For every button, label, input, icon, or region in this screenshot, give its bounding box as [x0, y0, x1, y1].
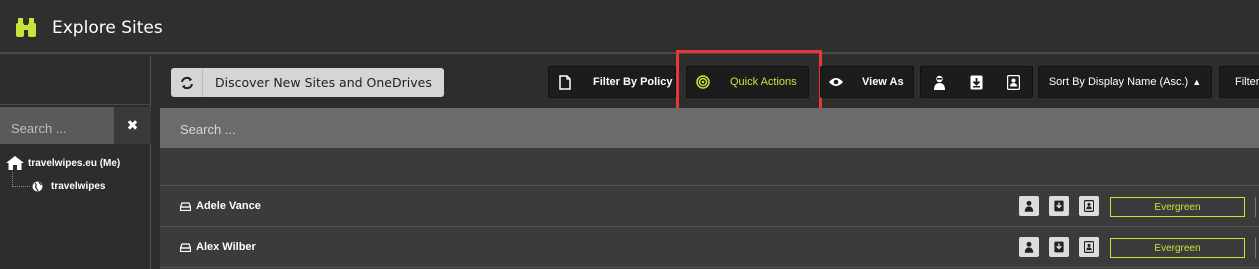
view-as-button[interactable]: View As	[820, 66, 914, 98]
sidebar: Search ... ✖ travelwipes.eu (Me) travelw…	[0, 56, 151, 269]
person-icon[interactable]	[1019, 237, 1039, 257]
contact-book-icon[interactable]	[1079, 237, 1099, 257]
sort-label: Sort By Display Name (Asc.)	[1048, 76, 1189, 88]
object-type-filter-group	[920, 66, 1033, 98]
table-row[interactable]: Adele Vance Evergreen	[160, 187, 1259, 227]
row-edge	[1255, 197, 1259, 217]
tree-root-label: travelwipes.eu (Me)	[28, 157, 121, 169]
main-search-input[interactable]: Search ...	[160, 108, 1259, 148]
list-header	[160, 148, 1259, 186]
view-as-label: View As	[862, 76, 904, 88]
home-icon	[6, 156, 24, 170]
caret-up-icon: ▲	[1192, 77, 1202, 87]
status-badge[interactable]: Evergreen	[1110, 197, 1245, 217]
table-row[interactable]: Alex Wilber Evergreen	[160, 228, 1259, 268]
row-edge	[1255, 238, 1259, 258]
filter-label: Filter	[1235, 76, 1259, 88]
globe-icon	[32, 181, 43, 192]
tree-item-root[interactable]: travelwipes.eu (Me)	[6, 156, 120, 170]
contact-book-icon[interactable]	[995, 67, 1032, 97]
discover-label: Discover New Sites and OneDrives	[215, 75, 432, 90]
person-icon[interactable]	[921, 67, 958, 97]
refresh-icon	[171, 68, 203, 97]
onedrive-download-icon[interactable]	[1049, 237, 1069, 257]
drive-icon	[180, 201, 191, 211]
tree-item-travelwipes[interactable]: travelwipes	[32, 181, 105, 192]
tree-child-label: travelwipes	[51, 181, 106, 192]
row-name: Alex Wilber	[180, 241, 256, 253]
sidebar-divider	[0, 104, 151, 105]
onedrive-download-icon[interactable]	[1049, 196, 1069, 216]
filter-button[interactable]: Filter	[1219, 66, 1259, 98]
row-name: Adele Vance	[180, 200, 261, 212]
highlight-box	[676, 50, 822, 111]
onedrive-download-icon[interactable]	[958, 67, 995, 97]
person-icon[interactable]	[1019, 196, 1039, 216]
filter-by-policy-button[interactable]: Filter By Policy	[548, 66, 676, 98]
drive-icon	[180, 242, 191, 252]
tree-connector	[12, 172, 30, 187]
status-badge[interactable]: Evergreen	[1110, 238, 1245, 258]
row-name-label: Adele Vance	[196, 200, 261, 212]
binoculars-icon	[14, 17, 38, 44]
row-name-label: Alex Wilber	[196, 241, 256, 253]
discover-button[interactable]: Discover New Sites and OneDrives	[171, 68, 444, 97]
page-title: Explore Sites	[52, 18, 163, 38]
contact-book-icon[interactable]	[1079, 196, 1099, 216]
sort-dropdown[interactable]: Sort By Display Name (Asc.) ▲	[1038, 66, 1212, 98]
toolbar: Discover New Sites and OneDrives Filter …	[160, 50, 1259, 111]
filter-by-policy-label: Filter By Policy	[593, 76, 673, 88]
close-icon[interactable]: ✖	[114, 107, 151, 144]
app-header: Explore Sites	[0, 0, 1259, 54]
main-panel: Discover New Sites and OneDrives Filter …	[160, 50, 1259, 269]
sidebar-search-input[interactable]: Search ...	[0, 107, 114, 144]
document-icon	[549, 67, 581, 97]
eye-icon	[821, 67, 851, 97]
